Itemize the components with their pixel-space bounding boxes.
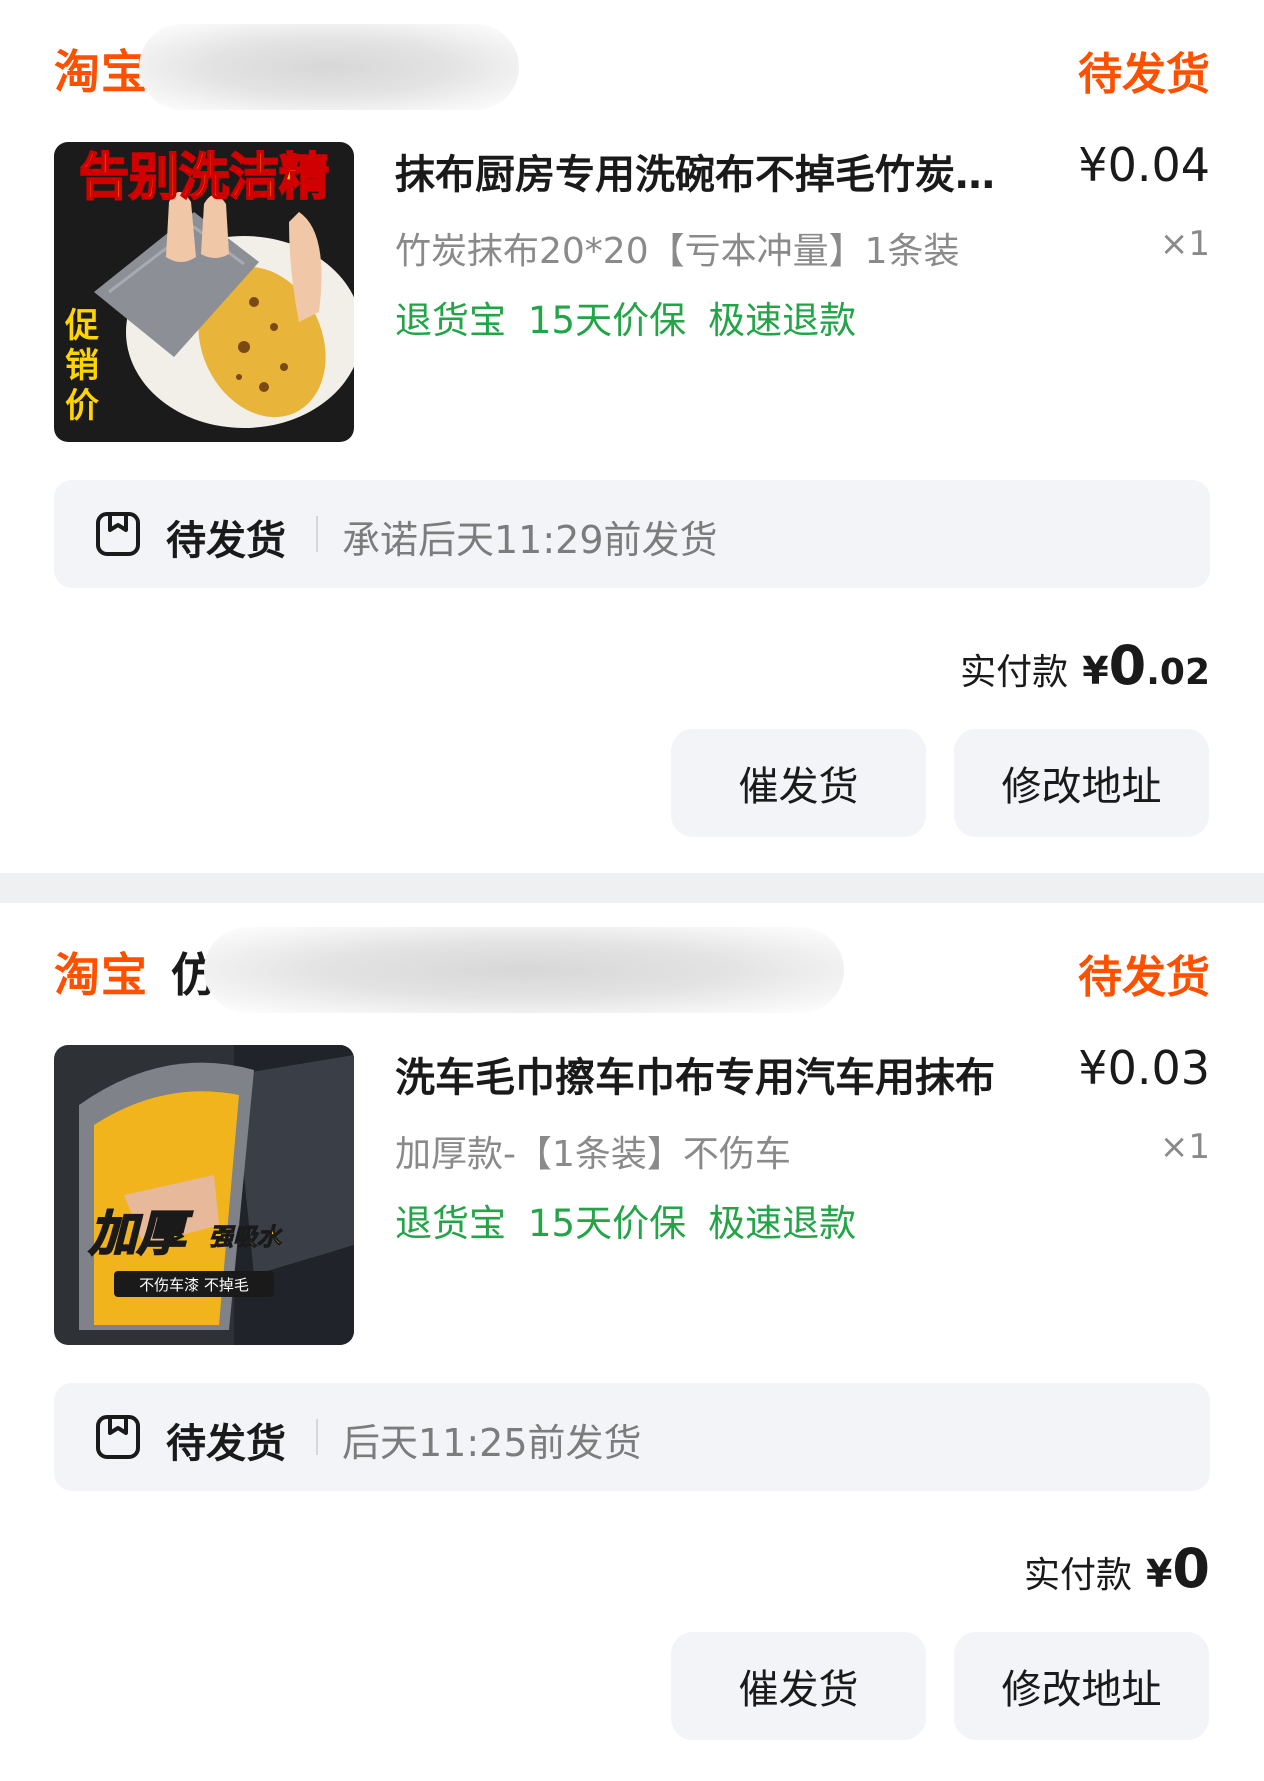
paid-currency: ¥: [1082, 649, 1109, 693]
order-card[interactable]: 淘宝 仿 待发货 加厚 强吸水 不伤车漆 不掉毛 洗车毛巾擦车巾布专用汽车用抹布…: [0, 903, 1264, 1781]
product-quantity: ×1: [1159, 1127, 1210, 1167]
svg-text:价: 价: [65, 386, 99, 426]
image-caption-small: 强吸水: [209, 1223, 283, 1251]
edit-address-button[interactable]: 修改地址: [954, 729, 1209, 837]
package-box-icon: [96, 512, 140, 556]
product-sku: 竹炭抹布20*20【亏本冲量】1条装: [395, 231, 960, 272]
store-logo: 淘宝: [54, 45, 148, 99]
product-price: ¥0.04: [1078, 138, 1210, 192]
image-caption-band: 不伤车漆 不掉毛: [139, 1276, 249, 1294]
service-tag: 15天价保: [528, 299, 687, 342]
store-logo: 淘宝: [54, 948, 148, 1002]
svg-text:促: 促: [64, 306, 99, 346]
shipping-label: 待发货: [166, 1421, 286, 1467]
order-status: 待发货: [1078, 952, 1210, 1003]
product-quantity: ×1: [1159, 224, 1210, 264]
product-image[interactable]: 告别洗洁精 促 销 价: [54, 142, 354, 442]
paid-integer: 0: [1108, 634, 1147, 697]
service-tag: 退货宝: [395, 299, 506, 342]
package-box-icon: [96, 1415, 140, 1459]
paid-label: 实付款: [960, 652, 1069, 693]
service-tag: 极速退款: [708, 1202, 857, 1245]
paid-amount: 实付款 ¥ 0 .02: [960, 634, 1210, 697]
remind-shipping-button[interactable]: 催发货: [671, 1632, 926, 1740]
order-card[interactable]: 淘宝 待发货 告别洗洁精 促 销 价 抹布厨房专用洗碗布不掉毛竹炭抹布 ¥0.0…: [0, 0, 1264, 873]
shipping-promise: 后天11:25前发货: [342, 1421, 642, 1465]
product-sku: 加厚款-【1条装】不伤车: [395, 1134, 791, 1175]
paid-amount: 实付款 ¥ 0: [1024, 1537, 1210, 1600]
shipping-status-bar[interactable]: 待发货 后天11:25前发货: [54, 1383, 1210, 1491]
image-caption-big: 加厚: [88, 1206, 193, 1262]
paid-currency: ¥: [1145, 1552, 1173, 1596]
product-title[interactable]: 洗车毛巾擦车巾布专用汽车用抹布: [395, 1045, 1015, 1103]
divider: [316, 516, 318, 552]
edit-address-button[interactable]: 修改地址: [954, 1632, 1209, 1740]
product-title[interactable]: 抹布厨房专用洗碗布不掉毛竹炭抹布: [395, 142, 1015, 200]
service-tags: 退货宝 15天价保 极速退款: [395, 290, 856, 344]
paid-decimal: .02: [1146, 652, 1210, 693]
order-status: 待发货: [1078, 49, 1210, 100]
service-tags: 退货宝 15天价保 极速退款: [395, 1193, 856, 1247]
shipping-promise: 承诺后天11:29前发货: [342, 518, 718, 562]
service-tag: 极速退款: [708, 299, 857, 342]
service-tag: 退货宝: [395, 1202, 506, 1245]
divider: [316, 1419, 318, 1455]
store-header[interactable]: 淘宝 待发货: [54, 24, 1210, 110]
redacted-store-name: [204, 927, 844, 1013]
store-header[interactable]: 淘宝 仿 待发货: [54, 927, 1210, 1013]
shipping-status-bar[interactable]: 待发货 承诺后天11:29前发货: [54, 480, 1210, 588]
shipping-label: 待发货: [166, 518, 286, 564]
paid-integer: 0: [1172, 1537, 1210, 1600]
service-tag: 15天价保: [528, 1202, 687, 1245]
svg-text:销: 销: [65, 346, 99, 386]
remind-shipping-button[interactable]: 催发货: [671, 729, 926, 837]
product-price: ¥0.03: [1078, 1041, 1210, 1095]
product-image[interactable]: 加厚 强吸水 不伤车漆 不掉毛: [54, 1045, 354, 1345]
image-caption-top: 告别洗洁精: [79, 148, 329, 206]
paid-label: 实付款: [1023, 1555, 1132, 1596]
redacted-store-name: [139, 24, 519, 110]
